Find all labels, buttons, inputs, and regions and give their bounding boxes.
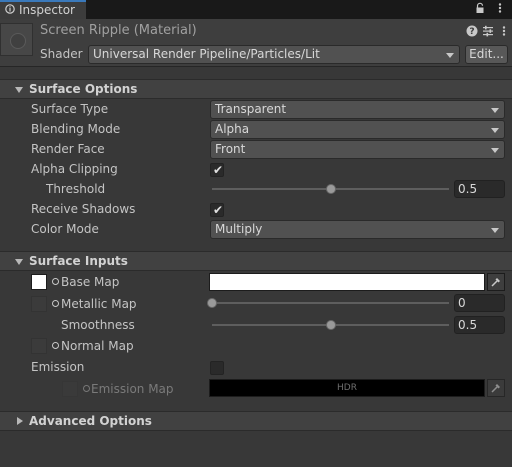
- receive-shadows-checkbox[interactable]: ✔: [210, 203, 224, 217]
- receive-shadows-label: Receive Shadows: [31, 202, 136, 216]
- tab-inspector[interactable]: Inspector: [0, 0, 86, 19]
- eyedropper-button[interactable]: [487, 273, 505, 291]
- section-title: Surface Options: [29, 82, 138, 96]
- emission-map-label: Emission Map: [91, 382, 174, 396]
- checkmark-icon: ✔: [213, 203, 224, 217]
- threshold-label: Threshold: [46, 182, 106, 196]
- tab-label: Inspector: [19, 3, 75, 17]
- emission-label: Emission: [31, 360, 85, 374]
- help-icon[interactable]: ?: [466, 25, 478, 37]
- emission-map-texture-slot[interactable]: [62, 381, 78, 397]
- chevron-down-icon: [491, 108, 499, 113]
- color-mode-label: Color Mode: [31, 222, 99, 236]
- tab-bar: Inspector: [0, 0, 512, 19]
- checkmark-icon: ✔: [213, 163, 224, 177]
- surface-type-dropdown[interactable]: Transparent: [210, 100, 505, 119]
- lock-icon[interactable]: [474, 2, 486, 14]
- render-face-value: Front: [215, 142, 246, 156]
- metallic-slider-handle[interactable]: [207, 298, 217, 308]
- normal-map-label: Normal Map: [61, 339, 134, 353]
- threshold-field[interactable]: 0.5: [454, 180, 505, 198]
- shader-dropdown[interactable]: Universal Render Pipeline/Particles/Lit: [88, 45, 460, 64]
- blending-mode-label: Blending Mode: [31, 122, 121, 136]
- eyedropper-button[interactable]: [487, 379, 505, 397]
- smoothness-field[interactable]: 0.5: [454, 316, 505, 334]
- material-sphere-icon: [10, 33, 26, 49]
- base-map-color-field[interactable]: [209, 273, 485, 291]
- render-face-dropdown[interactable]: Front: [210, 140, 505, 159]
- info-icon: [5, 4, 15, 14]
- blending-mode-dropdown[interactable]: Alpha: [210, 120, 505, 139]
- object-picker-icon[interactable]: [52, 278, 59, 285]
- section-title: Surface Inputs: [29, 254, 128, 268]
- emission-checkbox[interactable]: [210, 361, 224, 375]
- edit-shader-button[interactable]: Edit...: [465, 45, 508, 64]
- shader-value: Universal Render Pipeline/Particles/Lit: [93, 47, 320, 61]
- expand-arrow-icon: [15, 87, 23, 93]
- material-header: Screen Ripple (Material) ? Shader Univer…: [0, 19, 512, 67]
- alpha-clipping-label: Alpha Clipping: [31, 162, 118, 176]
- metallic-map-texture-slot[interactable]: [31, 296, 47, 312]
- material-title: Screen Ripple (Material): [40, 23, 197, 38]
- section-surface-options[interactable]: Surface Options: [0, 79, 512, 99]
- color-mode-dropdown[interactable]: Multiply: [210, 220, 505, 239]
- surface-type-label: Surface Type: [31, 102, 109, 116]
- smoothness-label: Smoothness: [61, 318, 135, 332]
- alpha-clipping-checkbox[interactable]: ✔: [210, 163, 224, 177]
- emission-color-field[interactable]: HDR: [209, 379, 485, 397]
- preset-icon[interactable]: [482, 25, 494, 37]
- hdr-label: HDR: [337, 383, 357, 393]
- eyedropper-icon: [491, 384, 500, 393]
- surface-type-value: Transparent: [215, 102, 287, 116]
- shader-label: Shader: [40, 47, 83, 61]
- section-title: Advanced Options: [29, 414, 152, 428]
- section-surface-inputs[interactable]: Surface Inputs: [0, 251, 512, 271]
- metallic-map-label: Metallic Map: [61, 297, 137, 311]
- blending-mode-value: Alpha: [215, 122, 250, 136]
- chevron-down-icon: [491, 228, 499, 233]
- object-picker-icon[interactable]: [52, 300, 59, 307]
- material-preview-thumbnail: [0, 23, 33, 56]
- object-picker-icon[interactable]: [52, 342, 59, 349]
- svg-text:?: ?: [469, 27, 474, 37]
- base-map-texture-slot[interactable]: [31, 274, 47, 290]
- context-menu-icon[interactable]: [498, 25, 510, 37]
- eyedropper-icon: [491, 278, 500, 287]
- metallic-field[interactable]: 0: [454, 294, 505, 312]
- metallic-slider-track[interactable]: [212, 302, 449, 304]
- smoothness-slider-handle[interactable]: [325, 320, 336, 330]
- expand-arrow-icon: [15, 259, 23, 265]
- color-mode-value: Multiply: [215, 222, 263, 236]
- normal-map-texture-slot[interactable]: [31, 338, 47, 354]
- chevron-down-icon: [446, 53, 454, 58]
- threshold-slider-handle[interactable]: [325, 184, 336, 194]
- kebab-menu-icon[interactable]: [494, 2, 506, 14]
- chevron-down-icon: [491, 148, 499, 153]
- base-map-label: Base Map: [61, 275, 120, 289]
- object-picker-icon[interactable]: [83, 385, 90, 392]
- collapse-arrow-icon: [17, 417, 23, 425]
- chevron-down-icon: [491, 128, 499, 133]
- section-advanced-options[interactable]: Advanced Options: [0, 411, 512, 431]
- render-face-label: Render Face: [31, 142, 105, 156]
